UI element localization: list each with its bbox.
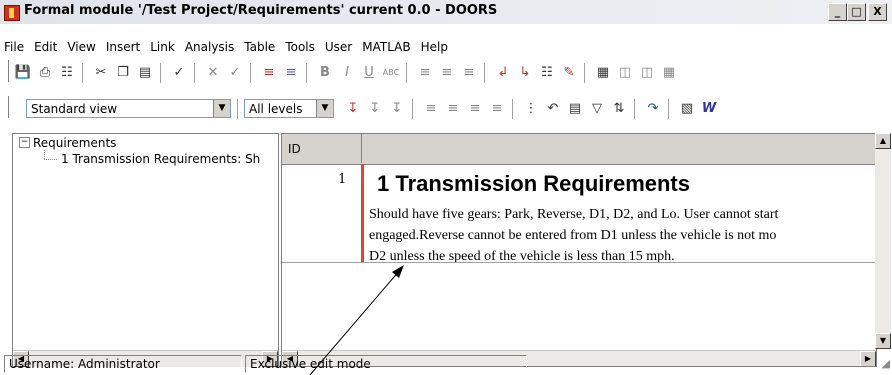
annotation-arrow — [309, 265, 404, 375]
doors-window: Formal module '/Test Project/Requirement… — [0, 0, 892, 375]
